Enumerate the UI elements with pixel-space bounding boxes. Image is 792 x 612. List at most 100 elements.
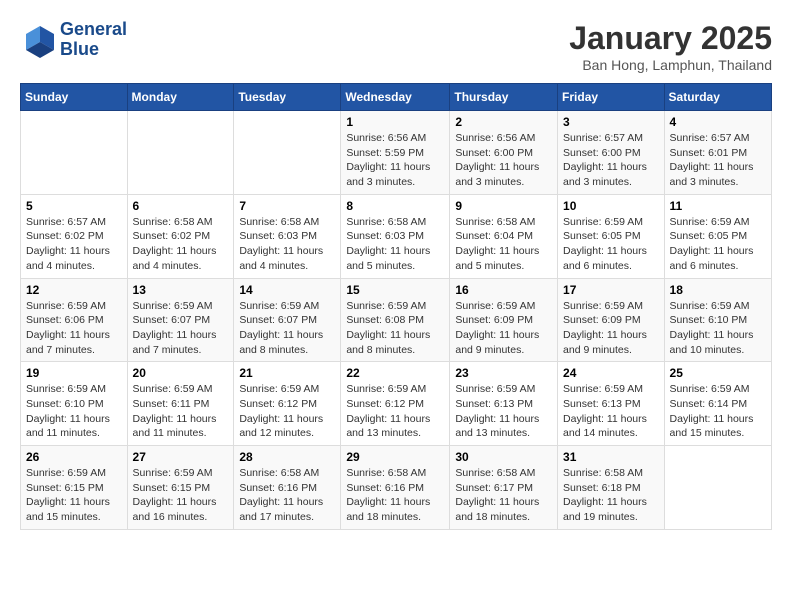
weekday-header-tuesday: Tuesday (234, 84, 341, 111)
daylight: Daylight: 11 hours and 6 minutes. (563, 245, 647, 272)
sunset: Sunset: 6:14 PM (670, 398, 748, 410)
calendar-cell: 15Sunrise: 6:59 AMSunset: 6:08 PMDayligh… (341, 278, 450, 362)
day-info: Sunrise: 6:56 AMSunset: 6:00 PMDaylight:… (455, 131, 552, 190)
calendar-cell: 17Sunrise: 6:59 AMSunset: 6:09 PMDayligh… (558, 278, 665, 362)
daylight: Daylight: 11 hours and 9 minutes. (455, 329, 539, 356)
day-number: 22 (346, 366, 444, 380)
calendar-cell: 28Sunrise: 6:58 AMSunset: 6:16 PMDayligh… (234, 446, 341, 530)
sunset: Sunset: 6:00 PM (563, 147, 641, 159)
calendar-cell: 7Sunrise: 6:58 AMSunset: 6:03 PMDaylight… (234, 194, 341, 278)
sunrise: Sunrise: 6:58 AM (239, 216, 319, 228)
sunrise: Sunrise: 6:59 AM (670, 216, 750, 228)
calendar-cell: 19Sunrise: 6:59 AMSunset: 6:10 PMDayligh… (21, 362, 128, 446)
weekday-header-wednesday: Wednesday (341, 84, 450, 111)
day-number: 23 (455, 366, 552, 380)
day-number: 10 (563, 199, 659, 213)
day-info: Sunrise: 6:58 AM Sunset: 6:03 PM Daylight:… (239, 215, 335, 274)
day-number: 3 (563, 115, 659, 129)
sunrise: Sunrise: 6:59 AM (133, 467, 213, 479)
daylight: Daylight: 11 hours and 4 minutes. (239, 245, 323, 272)
sunset: Sunset: 6:07 PM (239, 314, 317, 326)
day-info: Sunrise: 6:59 AMSunset: 6:12 PMDaylight:… (346, 382, 444, 441)
sunrise: Sunrise: 6:58 AM (455, 216, 535, 228)
daylight: Daylight: 11 hours and 15 minutes. (26, 496, 110, 523)
calendar-cell: 23Sunrise: 6:59 AMSunset: 6:13 PMDayligh… (450, 362, 558, 446)
day-number: 9 (455, 199, 552, 213)
day-info: Sunrise: 6:57 AMSunset: 6:02 PMDaylight:… (26, 215, 122, 274)
daylight: Daylight: 11 hours and 4 minutes. (26, 245, 110, 272)
daylight: Daylight: 11 hours and 3 minutes. (670, 161, 754, 188)
sunrise: Sunrise: 6:56 AM (346, 132, 426, 144)
day-number: 11 (670, 199, 766, 213)
sunrise: Sunrise: 6:59 AM (455, 383, 535, 395)
daylight: Daylight: 11 hours and 3 minutes. (455, 161, 539, 188)
daylight: Daylight: 11 hours and 12 minutes. (239, 413, 323, 440)
sunrise: Sunrise: 6:58 AM (563, 467, 643, 479)
day-info: Sunrise: 6:58 AMSunset: 6:17 PMDaylight:… (455, 466, 552, 525)
sunrise: Sunrise: 6:59 AM (239, 300, 319, 312)
weekday-header-thursday: Thursday (450, 84, 558, 111)
calendar-table: SundayMondayTuesdayWednesdayThursdayFrid… (20, 83, 772, 530)
sunrise: Sunrise: 6:59 AM (670, 300, 750, 312)
sunset: Sunset: 6:05 PM (563, 230, 641, 242)
sunrise: Sunrise: 6:57 AM (563, 132, 643, 144)
day-info: Sunrise: 6:59 AMSunset: 6:11 PMDaylight:… (133, 382, 229, 441)
sunrise: Sunrise: 6:59 AM (346, 300, 426, 312)
logo-icon (20, 22, 56, 58)
sunrise: Sunrise: 6:59 AM (563, 300, 643, 312)
daylight: Daylight: 11 hours and 17 minutes. (239, 496, 323, 523)
calendar-cell (21, 111, 128, 195)
day-number: 20 (133, 366, 229, 380)
sunset: Sunset: 6:13 PM (563, 398, 641, 410)
sunrise: Sunrise: 6:57 AM (670, 132, 750, 144)
day-info: Sunrise: 6:59 AM Sunset: 6:07 PM Daylight:… (239, 299, 335, 358)
calendar-cell: 3Sunrise: 6:57 AMSunset: 6:00 PMDaylight… (558, 111, 665, 195)
day-info: Sunrise: 6:59 AMSunset: 6:12 PMDaylight:… (239, 382, 335, 441)
sunset: Sunset: 6:03 PM (346, 230, 424, 242)
daylight: Daylight: 11 hours and 5 minutes. (346, 245, 430, 272)
sunrise: Sunrise: 6:59 AM (670, 383, 750, 395)
sunset: Sunset: 6:15 PM (133, 482, 211, 494)
day-info: Sunrise: 6:59 AMSunset: 6:09 PMDaylight:… (455, 299, 552, 358)
day-info: Sunrise: 6:59 AMSunset: 6:05 PMDaylight:… (563, 215, 659, 274)
daylight: Daylight: 11 hours and 19 minutes. (563, 496, 647, 523)
sunrise: Sunrise: 6:59 AM (563, 383, 643, 395)
week-row-5: 26Sunrise: 6:59 AMSunset: 6:15 PMDayligh… (21, 446, 772, 530)
sunset: Sunset: 6:00 PM (455, 147, 533, 159)
daylight: Daylight: 11 hours and 3 minutes. (346, 161, 430, 188)
day-number: 21 (239, 366, 335, 380)
day-number: 2 (455, 115, 552, 129)
day-number: 13 (133, 283, 229, 297)
daylight: Daylight: 11 hours and 8 minutes. (239, 329, 323, 356)
daylight: Daylight: 11 hours and 16 minutes. (133, 496, 217, 523)
sunset: Sunset: 6:08 PM (346, 314, 424, 326)
calendar-cell: 25Sunrise: 6:59 AMSunset: 6:14 PMDayligh… (664, 362, 771, 446)
day-number: 30 (455, 450, 552, 464)
day-number: 8 (346, 199, 444, 213)
daylight: Daylight: 11 hours and 13 minutes. (346, 413, 430, 440)
calendar-cell: 18Sunrise: 6:59 AMSunset: 6:10 PMDayligh… (664, 278, 771, 362)
day-number: 6 (133, 199, 229, 213)
day-info: Sunrise: 6:59 AMSunset: 6:08 PMDaylight:… (346, 299, 444, 358)
sunset: Sunset: 6:10 PM (26, 398, 104, 410)
day-number: 28 (239, 450, 335, 464)
calendar-cell (664, 446, 771, 530)
day-info: Sunrise: 6:58 AMSunset: 6:18 PMDaylight:… (563, 466, 659, 525)
logo-line2: Blue (60, 40, 127, 60)
day-info: Sunrise: 6:59 AMSunset: 6:06 PMDaylight:… (26, 299, 122, 358)
calendar-cell: 10 Sunrise: 6:59 AMSunset: 6:05 PMDayligh… (558, 194, 665, 278)
calendar-cell: 2 Sunrise: 6:56 AMSunset: 6:00 PMDaylight… (450, 111, 558, 195)
daylight: Daylight: 11 hours and 18 minutes. (346, 496, 430, 523)
sunset: Sunset: 6:03 PM (239, 230, 317, 242)
calendar-cell: 22 Sunrise: 6:59 AMSunset: 6:12 PMDayligh… (341, 362, 450, 446)
day-info: Sunrise: 6:56 AMSunset: 5:59 PMDaylight:… (346, 131, 444, 190)
sunrise: Sunrise: 6:58 AM (455, 467, 535, 479)
sunrise: Sunrise: 6:59 AM (239, 383, 319, 395)
calendar-cell: 16Sunrise: 6:59 AMSunset: 6:09 PMDayligh… (450, 278, 558, 362)
weekday-header-friday: Friday (558, 84, 665, 111)
sunset: Sunset: 6:04 PM (455, 230, 533, 242)
calendar-cell: 30Sunrise: 6:58 AMSunset: 6:17 PMDayligh… (450, 446, 558, 530)
sunset: Sunset: 6:16 PM (346, 482, 424, 494)
sunset: Sunset: 6:15 PM (26, 482, 104, 494)
sunset: Sunset: 6:17 PM (455, 482, 533, 494)
